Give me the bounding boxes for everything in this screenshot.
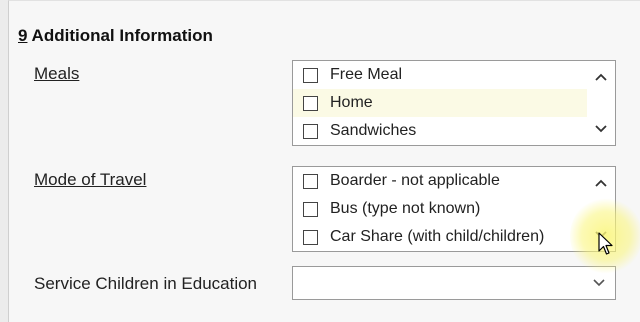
section-title: 9 Additional Information (18, 26, 213, 46)
meals-label: Meals (34, 64, 80, 83)
list-item-label: Sandwiches (330, 122, 417, 139)
list-item[interactable]: Home (293, 89, 615, 117)
list-item[interactable]: Boarder - not applicable (293, 167, 615, 195)
meals-scrollbar[interactable] (587, 61, 615, 145)
meals-listbox[interactable]: Free Meal Home Sandwiches (292, 60, 616, 146)
service-children-label: Service Children in Education (34, 274, 258, 293)
list-item-label: Bus (type not known) (330, 200, 481, 217)
chevron-up-icon (595, 179, 607, 187)
dropdown-arrow[interactable] (591, 275, 607, 291)
boarder-checkbox[interactable] (303, 173, 318, 189)
list-item-label: Boarder - not applicable (330, 172, 500, 189)
scroll-up-button[interactable] (587, 171, 615, 195)
list-item[interactable]: Sandwiches (293, 117, 615, 145)
list-item[interactable]: Bus (type not known) (293, 195, 615, 223)
mode-of-travel-listbox[interactable]: Boarder - not applicable Bus (type not k… (292, 166, 616, 252)
chevron-down-icon (593, 279, 605, 287)
mode-of-travel-label: Mode of Travel (34, 170, 147, 189)
section-title-text: Additional Information (27, 26, 213, 45)
list-item-label: Free Meal (330, 66, 403, 83)
scroll-up-button[interactable] (587, 65, 615, 89)
home-checkbox[interactable] (303, 95, 318, 111)
chevron-up-icon (595, 73, 607, 81)
list-item-label: Car Share (with child/children) (330, 228, 545, 245)
list-item[interactable]: Free Meal (293, 61, 615, 89)
bus-checkbox[interactable] (303, 201, 318, 217)
service-children-dropdown[interactable] (292, 266, 616, 300)
list-item[interactable]: Car Share (with child/children) (293, 223, 615, 251)
chevron-down-icon (595, 125, 607, 133)
sandwiches-checkbox[interactable] (303, 123, 318, 139)
free-meal-checkbox[interactable] (303, 67, 318, 83)
car-share-checkbox[interactable] (303, 229, 318, 245)
list-item-label: Home (330, 94, 373, 111)
scroll-down-button[interactable] (587, 117, 615, 141)
mouse-pointer-icon (598, 232, 613, 255)
